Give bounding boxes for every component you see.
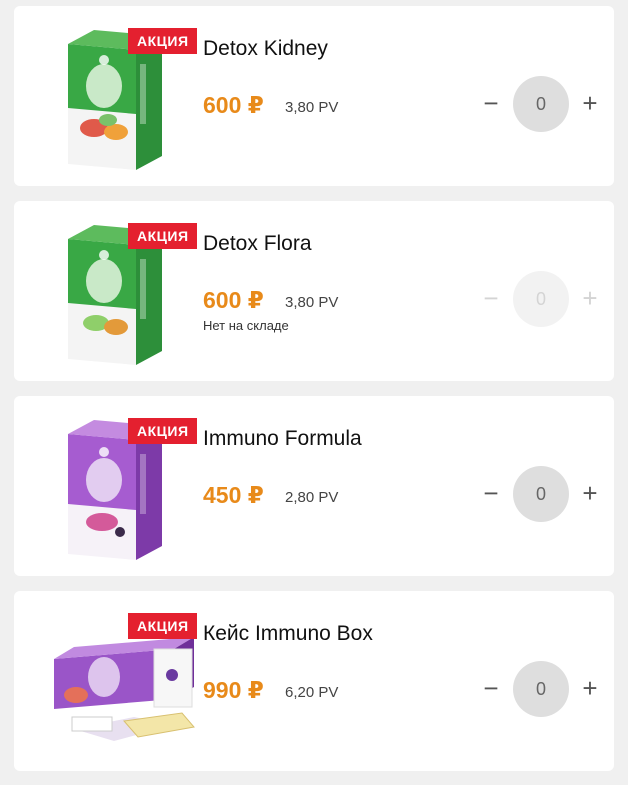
product-pv: 3,80 PV bbox=[285, 294, 339, 311]
decrease-quantity-button[interactable]: − bbox=[479, 283, 503, 313]
product-price: 990 ₽ bbox=[203, 677, 264, 703]
quantity-value[interactable]: 0 bbox=[513, 76, 569, 132]
stock-status: Нет на складе bbox=[203, 318, 289, 333]
product-pv: 2,80 PV bbox=[285, 489, 339, 506]
promo-badge: АКЦИЯ bbox=[128, 28, 197, 54]
quantity-value[interactable]: 0 bbox=[513, 661, 569, 717]
increase-quantity-button[interactable]: + bbox=[578, 283, 602, 313]
promo-badge: АКЦИЯ bbox=[128, 418, 197, 444]
product-card[interactable]: АКЦИЯ Detox Flora 600 ₽ 3,80 PV Нет на с… bbox=[14, 201, 614, 381]
quantity-value[interactable]: 0 bbox=[513, 466, 569, 522]
decrease-quantity-button[interactable]: − bbox=[479, 88, 503, 118]
product-title[interactable]: Immuno Formula bbox=[203, 427, 362, 451]
product-title[interactable]: Detox Flora bbox=[203, 232, 312, 256]
product-price: 450 ₽ bbox=[203, 482, 264, 508]
product-title[interactable]: Кейс Immuno Box bbox=[203, 622, 373, 646]
product-price: 600 ₽ bbox=[203, 92, 264, 118]
product-card[interactable]: АКЦИЯ Кейс Immuno Box 990 ₽ 6,20 PV − 0 … bbox=[14, 591, 614, 771]
quantity-value[interactable]: 0 bbox=[513, 271, 569, 327]
product-pv: 6,20 PV bbox=[285, 684, 339, 701]
product-pv: 3,80 PV bbox=[285, 99, 339, 116]
product-card[interactable]: АКЦИЯ Immuno Formula 450 ₽ 2,80 PV − 0 + bbox=[14, 396, 614, 576]
increase-quantity-button[interactable]: + bbox=[578, 88, 602, 118]
increase-quantity-button[interactable]: + bbox=[578, 673, 602, 703]
decrease-quantity-button[interactable]: − bbox=[479, 478, 503, 508]
promo-badge: АКЦИЯ bbox=[128, 223, 197, 249]
product-title[interactable]: Detox Kidney bbox=[203, 37, 328, 61]
promo-badge: АКЦИЯ bbox=[128, 613, 197, 639]
increase-quantity-button[interactable]: + bbox=[578, 478, 602, 508]
product-price: 600 ₽ bbox=[203, 287, 264, 313]
decrease-quantity-button[interactable]: − bbox=[479, 673, 503, 703]
product-card[interactable]: АКЦИЯ Detox Kidney 600 ₽ 3,80 PV − 0 + bbox=[14, 6, 614, 186]
